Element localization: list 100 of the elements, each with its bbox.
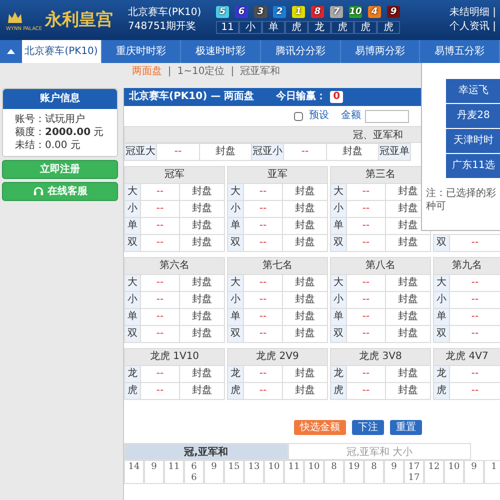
game-name: 北京赛车(PK10) — [128, 6, 202, 20]
preset-label: 预设 — [309, 110, 329, 122]
odds-value: -- — [346, 274, 386, 292]
account-line: 未结：0.00 元 — [15, 139, 82, 152]
history-cell: 9 — [204, 460, 224, 484]
option-label: 冠亚小 — [252, 144, 284, 160]
submit-button[interactable]: 下注 — [352, 420, 384, 435]
status-text: 封盘 — [180, 234, 224, 252]
status-text: 封盘 — [326, 144, 378, 160]
history-cell: 14 — [124, 460, 144, 484]
preset-checkbox[interactable] — [294, 112, 303, 120]
status-text: 封盘 — [386, 274, 430, 292]
status-text: 封盘 — [282, 382, 328, 400]
history-cell: 8 — [324, 460, 344, 484]
history-cell: 12 — [424, 460, 444, 484]
table-header: 龙虎 4V7 — [434, 348, 500, 366]
status-text: 封盘 — [386, 292, 430, 308]
status-text: 封盘 — [180, 308, 224, 326]
option-label: 龙 — [434, 366, 450, 382]
status-text: 封盘 — [282, 308, 328, 326]
option-label: 小 — [228, 200, 244, 218]
option-label: 小 — [330, 200, 346, 218]
odds-value: -- — [244, 200, 282, 218]
odds-value: -- — [140, 382, 180, 400]
odds-value: -- — [156, 144, 200, 160]
option-label: 龙 — [124, 366, 140, 382]
option-label: 大 — [330, 184, 346, 200]
profit-value: 0 — [330, 91, 344, 103]
status-text: 封盘 — [180, 366, 224, 382]
table-header: 龙虎 1V10 — [124, 348, 224, 366]
result-label: 龙 — [308, 21, 331, 34]
game-tab[interactable]: 北京赛车(PK10) — [22, 40, 102, 63]
option-label: 大 — [228, 274, 244, 292]
history-cell: 17 17 — [404, 460, 424, 484]
play-tab[interactable]: 1~10定位 — [177, 66, 225, 78]
odds-value: -- — [244, 234, 282, 252]
amount-label: 金额 — [341, 110, 361, 122]
table-header: 龙虎 3V8 — [330, 348, 430, 366]
lottery-button[interactable]: 丹麦28 — [446, 104, 500, 128]
odds-value: -- — [450, 234, 500, 252]
status-text: 封盘 — [180, 382, 224, 400]
separator: | — [492, 21, 496, 32]
game-tab[interactable]: 易博两分彩 — [340, 40, 420, 63]
lottery-button[interactable]: 广东11选 — [446, 154, 500, 178]
result-label: 虎 — [354, 21, 377, 34]
option-label: 双 — [434, 326, 450, 342]
collapse-icon[interactable] — [6, 49, 15, 54]
status-text: 封盘 — [386, 366, 430, 382]
status-text: 封盘 — [180, 218, 224, 234]
history-tab[interactable]: 冠,亚军和 — [124, 443, 288, 460]
quick-amount-button[interactable]: 快选金额 — [294, 420, 346, 435]
game-tab[interactable]: 极速时时彩 — [181, 40, 261, 63]
amount-field[interactable] — [365, 110, 409, 122]
history-cell: 10 — [304, 460, 324, 484]
option-label: 龙 — [228, 366, 244, 382]
status-text: 封盘 — [386, 326, 430, 342]
odds-value: -- — [244, 184, 282, 200]
header-link[interactable]: 未结明细 — [449, 7, 490, 18]
status-text: 封盘 — [282, 184, 328, 200]
odds-value: -- — [244, 218, 282, 234]
option-label: 小 — [124, 200, 140, 218]
odds-value: -- — [346, 200, 386, 218]
lottery-button[interactable]: 天津时时 — [446, 129, 500, 153]
account-title: 账户信息 — [3, 89, 117, 109]
separator: | — [168, 66, 172, 78]
odds-value: -- — [140, 184, 180, 200]
history-cell: 15 — [224, 460, 244, 484]
odds-value: -- — [346, 382, 386, 400]
table-header: 第七名 — [228, 258, 328, 274]
odds-value: -- — [346, 308, 386, 326]
lottery-button[interactable]: 幸运飞 — [446, 79, 500, 103]
option-label: 小 — [124, 292, 140, 308]
table-header: 第六名 — [124, 258, 224, 274]
option-label: 大 — [124, 184, 140, 200]
table-header: 冠军 — [124, 166, 224, 184]
table-header: 龙虎 2V9 — [228, 348, 328, 366]
option-label: 大 — [228, 184, 244, 200]
odds-value: -- — [140, 200, 180, 218]
play-tab[interactable]: 冠亚军和 — [240, 66, 280, 78]
option-label: 双 — [228, 234, 244, 252]
game-tab[interactable]: 腾讯分分彩 — [260, 40, 341, 63]
option-label: 双 — [434, 234, 450, 252]
status-text: 封盘 — [282, 218, 328, 234]
status-text: 封盘 — [282, 366, 328, 382]
option-label: 小 — [228, 292, 244, 308]
header-link[interactable]: 个人资讯 — [449, 21, 490, 32]
odds-value: -- — [140, 308, 180, 326]
status-text: 封盘 — [200, 144, 252, 160]
reset-button[interactable]: 重置 — [390, 420, 422, 435]
status-text: 封盘 — [282, 292, 328, 308]
option-label: 冠亚单 — [378, 144, 410, 160]
game-tab[interactable]: 重庆时时彩 — [102, 40, 182, 63]
result-label: 单 — [262, 21, 285, 34]
history-tab[interactable]: 冠,亚军和 大小 — [288, 443, 471, 460]
status-text: 封盘 — [386, 308, 430, 326]
option-label: 单 — [124, 218, 140, 234]
option-label: 双 — [228, 326, 244, 342]
result-label: 虎 — [331, 21, 354, 34]
option-label: 大 — [434, 274, 450, 292]
history-cell: 1 — [484, 460, 500, 484]
